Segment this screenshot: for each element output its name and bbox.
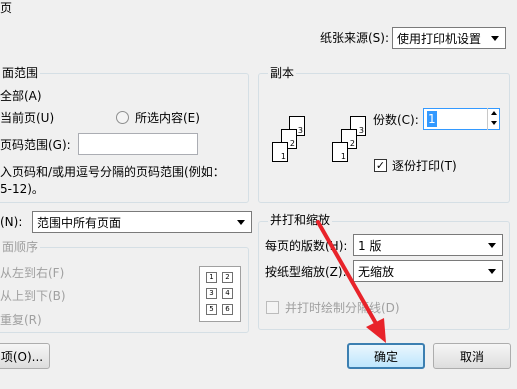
options-button[interactable]: 项(O)... <box>0 343 50 369</box>
ok-button-label: 确定 <box>373 349 398 364</box>
collate-page: 1 <box>332 142 348 162</box>
order-repeat-label: 重复(R) <box>0 313 42 327</box>
collate-page: 1 <box>272 142 288 162</box>
order-preview-icon: 1 2 3 4 5 6 <box>199 266 241 322</box>
print-what-select[interactable]: 范围中所有页面 <box>32 211 252 233</box>
order-preview-page: 5 <box>206 304 217 315</box>
radio-pages-label[interactable]: 页码范围(G): <box>0 137 71 153</box>
order-ltr-label: 从左到右(F) <box>0 266 65 280</box>
order-preview-page: 4 <box>222 288 233 299</box>
collate-label[interactable]: 逐份打印(T) <box>392 158 457 174</box>
paper-source-label: 纸张来源(S): <box>320 31 390 45</box>
scale-label: 按纸型缩放(Z): <box>265 265 347 279</box>
copies-count-value: 1 <box>427 111 437 127</box>
paper-source-select[interactable]: 使用打印机设置 <box>392 27 506 49</box>
draw-borders-label: 并打时绘制分隔线(D) <box>285 301 400 315</box>
copies-count-input[interactable]: 1 <box>423 108 500 130</box>
radio-selection-label[interactable]: 所选内容(E) <box>135 110 200 126</box>
radio-current-label[interactable]: 当前页(U) <box>0 110 54 126</box>
copies-title: 副本 <box>268 66 297 80</box>
radio-selection[interactable] <box>116 111 129 124</box>
ok-button[interactable]: 确定 <box>347 343 425 369</box>
copies-count-label: 份数(C): <box>373 113 419 127</box>
order-preview-page: 6 <box>222 304 233 315</box>
scale-select[interactable]: 无缩放 <box>353 260 503 282</box>
order-preview-page: 1 <box>206 272 217 283</box>
page-range-hint-1: 入页码和/或用逗号分隔的页码范围(例如： <box>0 165 225 179</box>
radio-all-label[interactable]: 全部(A) <box>0 88 42 104</box>
print-what-value: 范围中所有页面 <box>37 215 122 230</box>
chevron-down-icon <box>491 35 499 41</box>
pages-per-sheet-select[interactable]: 1 版 <box>353 234 503 256</box>
cancel-button-label: 取消 <box>459 349 484 364</box>
print-what-label: (N): <box>0 215 23 229</box>
page-range-input[interactable] <box>78 133 198 155</box>
page-range-title: 面范围 <box>0 66 41 80</box>
page-order-title: 面顺序 <box>0 240 41 254</box>
chevron-down-icon <box>488 268 496 274</box>
page-range-hint-2: 5-12)。 <box>0 182 44 196</box>
cancel-button[interactable]: 取消 <box>433 343 511 369</box>
top-left-fragment: 页 <box>0 1 13 15</box>
zoom-title: 并打和缩放 <box>268 213 333 227</box>
order-preview-page: 2 <box>222 272 233 283</box>
spin-down-icon[interactable] <box>488 118 499 128</box>
chevron-down-icon <box>488 242 496 248</box>
paper-source-value: 使用打印机设置 <box>397 31 482 46</box>
collate-checkbox[interactable]: ✓ <box>374 159 387 172</box>
pages-per-sheet-value: 1 版 <box>358 238 382 253</box>
draw-borders-checkbox <box>266 301 279 314</box>
options-button-label: 项(O)... <box>0 349 44 364</box>
order-preview-page: 3 <box>206 288 217 299</box>
pages-per-sheet-label: 每页的版数(H): <box>265 239 348 253</box>
scale-value: 无缩放 <box>358 264 395 279</box>
copies-spinner[interactable] <box>487 108 499 130</box>
spin-up-icon[interactable] <box>488 108 499 118</box>
chevron-down-icon <box>237 219 245 225</box>
order-ttb-label: 从上到下(B) <box>0 289 66 303</box>
